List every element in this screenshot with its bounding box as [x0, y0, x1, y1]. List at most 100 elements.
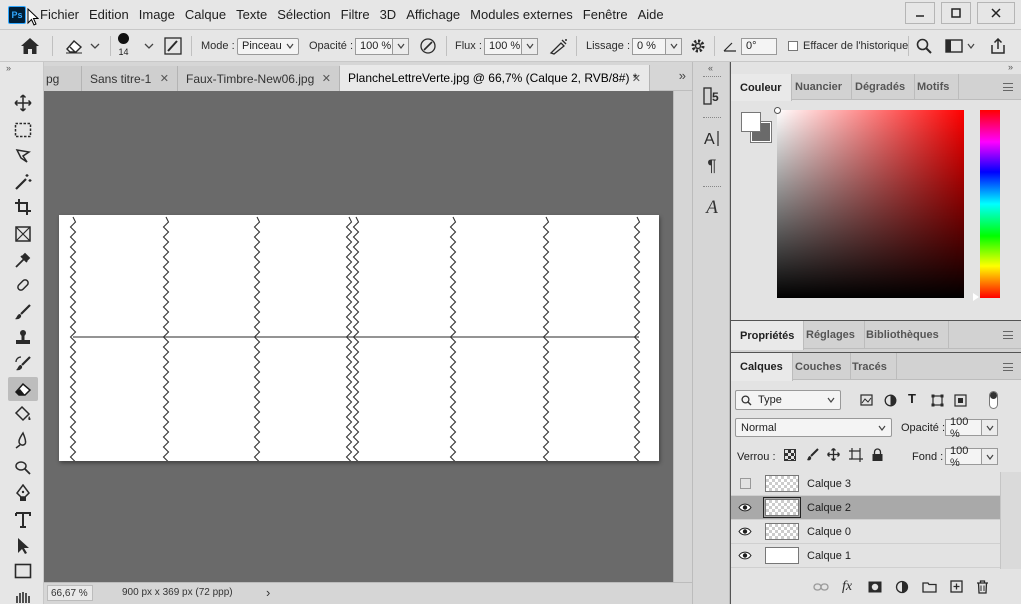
smoothing-value[interactable]: 0 %	[632, 37, 666, 55]
new-group-folder-icon[interactable]	[922, 581, 937, 593]
tab-proprietes[interactable]: Propriétés	[731, 321, 805, 350]
tab-couches[interactable]: Couches	[786, 353, 852, 380]
brush-settings-button[interactable]	[164, 30, 182, 62]
layers-scrollbar[interactable]	[1000, 472, 1021, 569]
mode-select[interactable]: Pinceau	[237, 30, 299, 62]
workspace-button[interactable]	[945, 30, 975, 62]
menu-aide[interactable]: Aide	[638, 7, 664, 22]
layer-row[interactable]: Calque 1	[731, 544, 1000, 568]
new-layer-icon[interactable]	[950, 580, 963, 593]
flow-value[interactable]: 100 %	[484, 37, 522, 55]
menu-texte[interactable]: Texte	[236, 7, 267, 22]
blend-mode-select[interactable]: Normal	[735, 418, 892, 437]
close-tab-icon[interactable]: ✕	[322, 72, 331, 85]
filter-pixel-layers-icon[interactable]	[860, 394, 873, 409]
history-panel-icon[interactable]: 5	[700, 84, 724, 108]
collapse-dock-icon[interactable]: «	[708, 63, 713, 73]
pressure-opacity-button[interactable]	[419, 30, 437, 62]
panel-menu-icon[interactable]	[1003, 363, 1013, 371]
share-button[interactable]	[990, 30, 1006, 62]
menu-image[interactable]: Image	[139, 7, 175, 22]
airbrush-button[interactable]	[549, 30, 569, 62]
layer-fill-dropdown[interactable]	[982, 448, 998, 465]
eyedropper-tool[interactable]	[8, 248, 38, 272]
menu-modules-externes[interactable]: Modules externes	[470, 7, 573, 22]
visibility-toggle[interactable]	[731, 544, 759, 568]
menu-edition[interactable]: Edition	[89, 7, 129, 22]
foreground-color-swatch[interactable]	[741, 112, 761, 132]
brush-size-picker[interactable]: 14	[118, 30, 129, 62]
tab-planche-lettre-verte[interactable]: PlancheLettreVerte.jpg @ 66,7% (Calque 2…	[340, 65, 650, 91]
layer-name[interactable]: Calque 1	[807, 550, 851, 562]
hue-slider-marker-icon[interactable]	[973, 293, 979, 301]
close-tab-icon[interactable]: ✕	[632, 72, 641, 85]
opacity-value[interactable]: 100 %	[355, 37, 393, 55]
menu-fichier[interactable]: Fichier	[40, 7, 79, 22]
tab-motifs[interactable]: Motifs	[908, 74, 960, 100]
brush-dropdown[interactable]	[144, 30, 154, 62]
crop-tool[interactable]	[8, 195, 38, 219]
hue-slider[interactable]	[980, 110, 1000, 298]
tab-calques[interactable]: Calques	[731, 353, 793, 381]
collapse-panels-icon[interactable]: »	[1008, 62, 1013, 72]
rectangle-tool[interactable]	[8, 559, 38, 583]
delete-layer-trash-icon[interactable]	[976, 580, 989, 594]
layer-fill-value[interactable]: 100 %	[945, 445, 982, 469]
photoshop-logo-icon[interactable]: Ps	[8, 5, 26, 24]
layer-name[interactable]: Calque 2	[807, 502, 851, 514]
blur-tool[interactable]	[8, 428, 38, 452]
tab-nuancier[interactable]: Nuancier	[786, 74, 853, 100]
layer-filter-select[interactable]: Type	[735, 390, 841, 410]
document-canvas[interactable]	[59, 215, 659, 461]
tool-preset-picker[interactable]	[64, 30, 100, 62]
hand-tool[interactable]	[8, 584, 38, 604]
magic-wand-tool[interactable]	[8, 170, 38, 194]
flow-dropdown[interactable]	[522, 37, 538, 55]
layer-opacity-field[interactable]: 100 %	[945, 416, 998, 440]
menu-affichage[interactable]: Affichage	[406, 7, 460, 22]
angle-field[interactable]: 0°	[741, 30, 777, 62]
type-tool[interactable]	[8, 508, 38, 532]
layer-opacity-dropdown[interactable]	[982, 419, 998, 436]
checkbox[interactable]	[788, 41, 798, 51]
filter-toggle-switch[interactable]	[989, 391, 998, 409]
smoothing-options-button[interactable]	[690, 30, 706, 62]
tab-reglages[interactable]: Réglages	[797, 321, 865, 349]
healing-brush-tool[interactable]	[8, 273, 38, 297]
character-panel-icon[interactable]: A	[700, 126, 724, 150]
menu-selection[interactable]: Sélection	[277, 7, 330, 22]
dodge-tool[interactable]	[8, 455, 38, 479]
opacity-field[interactable]: 100 %	[355, 30, 409, 62]
home-button[interactable]	[20, 30, 40, 62]
tab-sans-titre[interactable]: Sans titre-1 ✕	[82, 66, 178, 91]
menu-3d[interactable]: 3D	[380, 7, 397, 22]
saturation-brightness-field[interactable]	[777, 110, 964, 298]
smoothing-dropdown[interactable]	[666, 37, 682, 55]
opacity-dropdown[interactable]	[393, 37, 409, 55]
tab-truncated[interactable]: pg	[44, 66, 82, 91]
erase-history-checkbox[interactable]: Effacer de l'historique	[788, 30, 908, 62]
flow-field[interactable]: 100 %	[484, 30, 538, 62]
tab-traces[interactable]: Tracés	[843, 353, 897, 380]
lasso-tool[interactable]	[8, 144, 38, 168]
tab-couleur[interactable]: Couleur	[731, 74, 792, 101]
pen-tool[interactable]	[8, 481, 38, 505]
collapse-toolbar-icon[interactable]: »	[6, 63, 11, 73]
visibility-toggle[interactable]	[731, 520, 759, 544]
layer-fill-field[interactable]: 100 %	[945, 445, 998, 469]
layer-row[interactable]: Calque 3	[731, 472, 1000, 496]
link-layers-icon[interactable]	[813, 582, 829, 592]
angle-value[interactable]: 0°	[741, 37, 777, 55]
clone-stamp-tool[interactable]	[8, 326, 38, 350]
layer-row-selected[interactable]: Calque 2	[731, 496, 1000, 520]
lock-artboard-icon[interactable]	[849, 448, 863, 465]
layer-opacity-value[interactable]: 100 %	[945, 416, 982, 440]
layer-name[interactable]: Calque 3	[807, 478, 851, 490]
lock-image-pixels-icon[interactable]	[806, 448, 819, 465]
add-mask-icon[interactable]	[868, 581, 882, 593]
smoothing-field[interactable]: 0 %	[632, 30, 682, 62]
paragraph-panel-icon[interactable]: ¶	[700, 154, 724, 178]
visibility-toggle[interactable]	[731, 496, 759, 520]
tab-bibliotheques[interactable]: Bibliothèques	[857, 321, 949, 349]
filter-type-layers-icon[interactable]: T	[908, 391, 916, 406]
